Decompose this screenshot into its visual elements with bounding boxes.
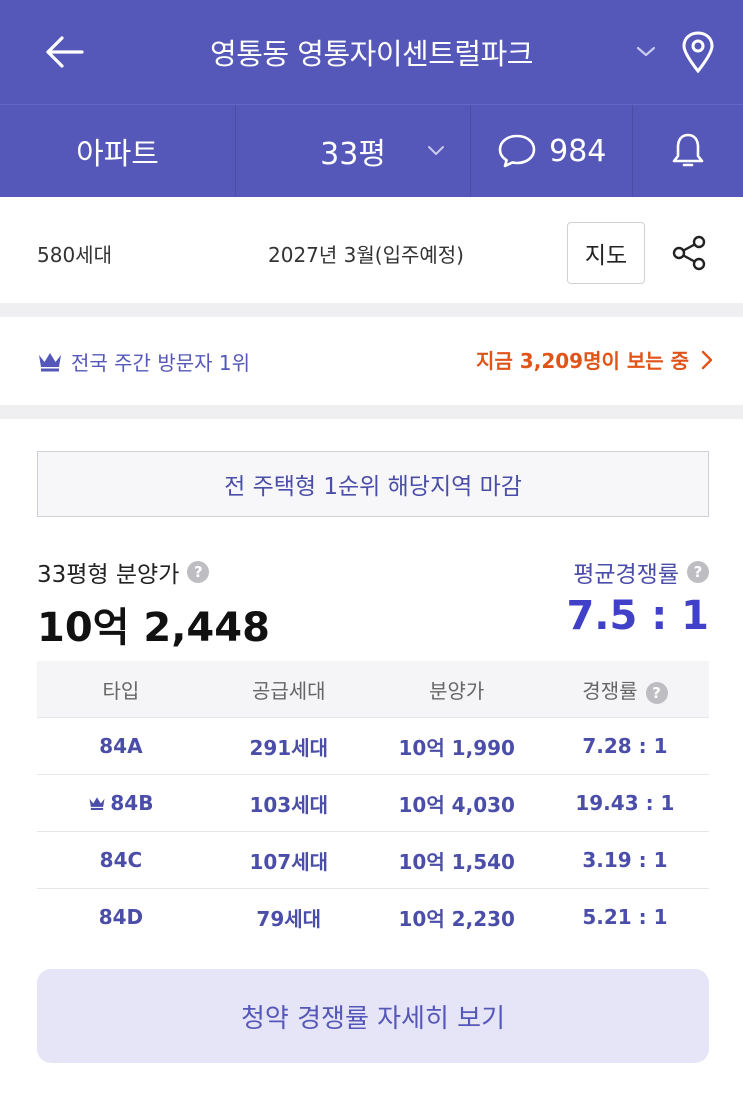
comments-button[interactable]: 984 bbox=[471, 105, 634, 197]
back-button[interactable] bbox=[40, 30, 88, 74]
cell-price: 10억 1,540 bbox=[372, 831, 541, 889]
property-type-label: 아파트 bbox=[76, 137, 159, 172]
chevron-right-icon bbox=[701, 350, 713, 369]
sale-price-label-text: 33평형 분양가 bbox=[37, 562, 180, 588]
size-label: 33평 bbox=[320, 137, 386, 172]
cell-rate: 3.19 : 1 bbox=[540, 831, 709, 889]
tab-property-type[interactable]: 아파트 bbox=[0, 105, 237, 197]
header-rate-text: 경쟁률 bbox=[582, 678, 638, 703]
household-count: 580세대 bbox=[37, 243, 112, 267]
cell-price: 10억 2,230 bbox=[372, 888, 541, 945]
arrow-left-icon bbox=[46, 36, 84, 68]
table-header-row: 타입 공급세대 분양가 경쟁률? bbox=[37, 661, 709, 718]
cell-supply: 79세대 bbox=[204, 888, 373, 945]
avg-competition-label-text: 평균경쟁률 bbox=[573, 562, 679, 588]
avg-competition-value: 7.5 : 1 bbox=[566, 593, 709, 639]
header-type: 타입 bbox=[37, 661, 205, 718]
header-supply: 공급세대 bbox=[204, 661, 373, 718]
cell-supply: 107세대 bbox=[204, 831, 373, 889]
header-rate: 경쟁률? bbox=[540, 661, 709, 718]
sale-price-label: 33평형 분양가 ? bbox=[37, 555, 210, 589]
crown-icon bbox=[89, 797, 105, 810]
question-icon[interactable]: ? bbox=[687, 561, 709, 583]
cell-type: 84D bbox=[37, 888, 205, 945]
map-pin-icon[interactable] bbox=[680, 30, 716, 74]
filter-bar: 아파트 33평 984 bbox=[0, 104, 743, 197]
live-viewers-text: 지금 3,209명이 보는 중 bbox=[476, 349, 689, 373]
crown-icon bbox=[39, 352, 61, 371]
cell-rate: 7.28 : 1 bbox=[540, 717, 709, 775]
live-viewers[interactable]: 지금 3,209명이 보는 중 bbox=[476, 345, 713, 374]
closing-notice: 전 주택형 1순위 해당지역 마감 bbox=[37, 451, 709, 517]
weekly-rank-text: 전국 주간 방문자 1위 bbox=[71, 351, 250, 375]
competition-table: 타입 공급세대 분양가 경쟁률? 84A 291세대 10억 1,990 7.2… bbox=[37, 661, 709, 945]
table-row: 84B 103세대 10억 4,030 19.43 : 1 bbox=[37, 774, 709, 832]
visitor-ranking-row[interactable]: 전국 주간 방문자 1위 지금 3,209명이 보는 중 bbox=[0, 317, 743, 405]
section-divider bbox=[0, 303, 743, 317]
move-in-date: 2027년 3월(입주예정) bbox=[268, 243, 464, 267]
avg-competition-label: 평균경쟁률 ? bbox=[573, 555, 709, 589]
cell-price: 10억 4,030 bbox=[372, 774, 541, 832]
sale-price-value: 10억 2,448 bbox=[37, 605, 270, 651]
cell-type-text: 84B bbox=[110, 791, 154, 815]
competition-detail-button[interactable]: 청약 경쟁률 자세히 보기 bbox=[37, 969, 709, 1063]
section-divider bbox=[0, 405, 743, 419]
cell-type: 84B bbox=[37, 774, 205, 832]
cell-rate: 5.21 : 1 bbox=[540, 888, 709, 945]
cell-price: 10억 1,990 bbox=[372, 717, 541, 775]
chevron-down-icon bbox=[428, 146, 445, 155]
top-app-bar: 영통동 영통자이센트럴파크 bbox=[0, 0, 743, 104]
table-row: 84C 107세대 10억 1,540 3.19 : 1 bbox=[37, 831, 709, 889]
page-title[interactable]: 영통동 영통자이센트럴파크 bbox=[110, 0, 633, 104]
question-icon[interactable]: ? bbox=[645, 681, 668, 704]
question-icon[interactable]: ? bbox=[187, 561, 210, 583]
comment-count: 984 bbox=[549, 133, 607, 169]
cell-type: 84C bbox=[37, 831, 205, 889]
share-icon[interactable] bbox=[670, 234, 708, 272]
bell-icon bbox=[672, 133, 704, 167]
cell-supply: 103세대 bbox=[204, 774, 373, 832]
subscription-section: 전 주택형 1순위 해당지역 마감 33평형 분양가 ? 10억 2,448 평… bbox=[0, 419, 743, 1063]
speech-bubble-icon bbox=[498, 134, 536, 168]
cell-type: 84A bbox=[37, 717, 205, 775]
table-row: 84A 291세대 10억 1,990 7.28 : 1 bbox=[37, 717, 709, 775]
header-price: 분양가 bbox=[372, 661, 541, 718]
cell-supply: 291세대 bbox=[204, 717, 373, 775]
weekly-rank: 전국 주간 방문자 1위 bbox=[37, 347, 250, 376]
cell-rate: 19.43 : 1 bbox=[540, 774, 709, 832]
notification-button[interactable] bbox=[633, 105, 743, 197]
table-row: 84D 79세대 10억 2,230 5.21 : 1 bbox=[37, 888, 709, 945]
size-selector[interactable]: 33평 bbox=[236, 105, 472, 197]
chevron-down-icon[interactable] bbox=[634, 40, 658, 64]
map-button[interactable]: 지도 bbox=[567, 222, 645, 284]
